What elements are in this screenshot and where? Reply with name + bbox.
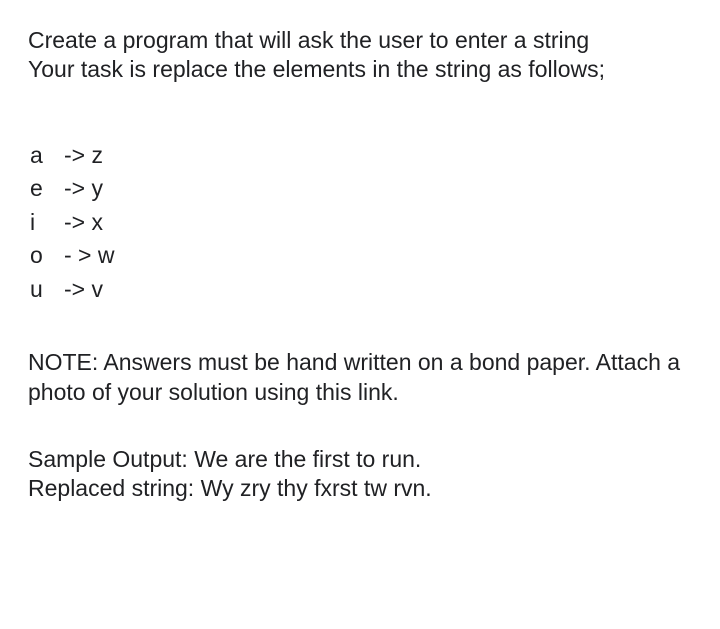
- note-text: NOTE: Answers must be hand written on a …: [28, 348, 692, 407]
- intro-line-1: Create a program that will ask the user …: [28, 26, 692, 55]
- intro-line-2: Your task is replace the elements in the…: [28, 55, 692, 84]
- map-arrow: -> z: [64, 141, 103, 170]
- map-from: e: [30, 174, 64, 203]
- map-from: a: [30, 141, 64, 170]
- intro-text: Create a program that will ask the user …: [28, 26, 692, 85]
- map-from: o: [30, 241, 64, 270]
- map-arrow: -> y: [64, 174, 103, 203]
- map-arrow: - > w: [64, 241, 114, 270]
- sample-output: Sample Output: We are the first to run. …: [28, 445, 692, 504]
- map-arrow: -> x: [64, 208, 103, 237]
- mapping-row: e -> y: [30, 174, 692, 203]
- map-arrow: -> v: [64, 275, 103, 304]
- mapping-row: u -> v: [30, 275, 692, 304]
- map-from: i: [30, 208, 64, 237]
- mapping-row: i -> x: [30, 208, 692, 237]
- sample-line-1: Sample Output: We are the first to run.: [28, 445, 692, 474]
- sample-line-2: Replaced string: Wy zry thy fxrst tw rvn…: [28, 474, 692, 503]
- mapping-list: a -> z e -> y i -> x o - > w u -> v: [28, 141, 692, 304]
- mapping-row: o - > w: [30, 241, 692, 270]
- mapping-row: a -> z: [30, 141, 692, 170]
- map-from: u: [30, 275, 64, 304]
